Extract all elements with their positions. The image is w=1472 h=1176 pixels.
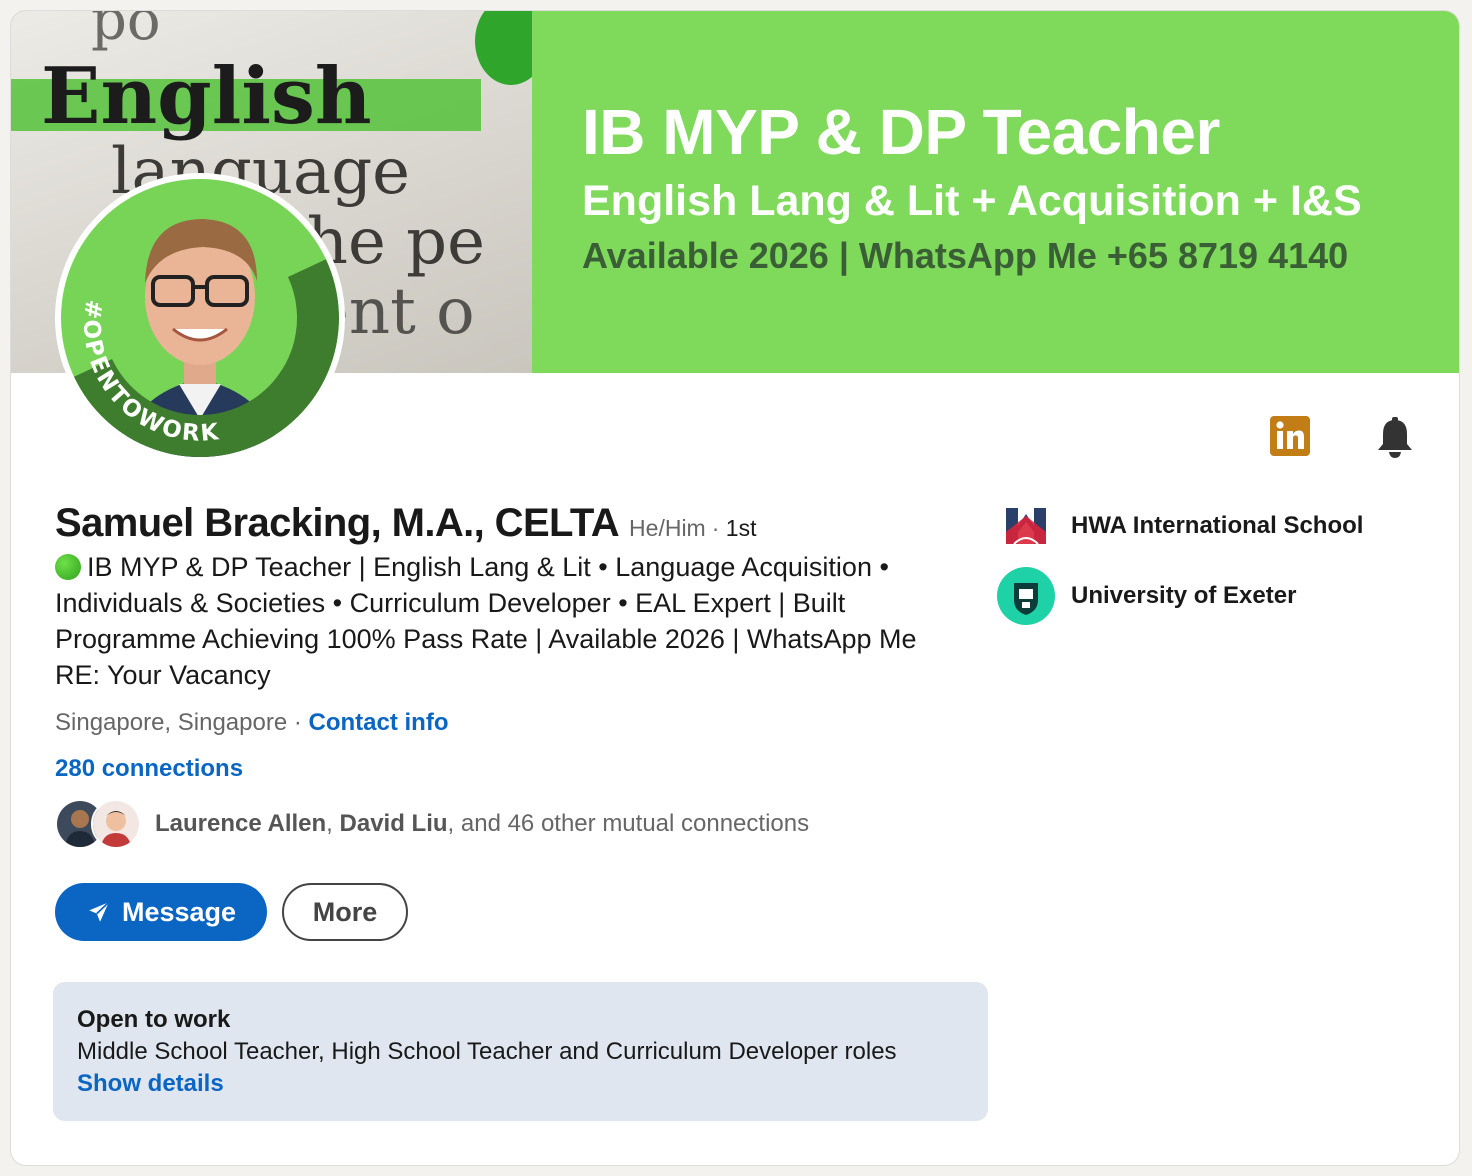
svg-text:po: po (91, 11, 161, 53)
show-details-link[interactable]: Show details (77, 1070, 224, 1098)
banner-subtitle: English Lang & Lit + Acquisition + I&S (582, 177, 1362, 225)
open-to-work-title: Open to work (77, 1006, 231, 1033)
banner-text: IB MYP & DP Teacher English Lang & Lit +… (582, 93, 1362, 281)
svg-text:English: English (41, 51, 372, 142)
exeter-logo-icon (997, 567, 1055, 625)
banner-title: IB MYP & DP Teacher (582, 96, 1220, 168)
open-to-work-card: Open to work Middle School Teacher, High… (53, 982, 988, 1121)
more-button[interactable]: More (282, 883, 408, 941)
connections-link[interactable]: 280 connections (55, 755, 243, 783)
profile-card: po English language the pe ent o IB MYP … (10, 10, 1460, 1166)
send-icon (89, 901, 110, 922)
location: Singapore, Singapore (55, 709, 288, 736)
mutual-connections[interactable]: Laurence Allen, David Liu, and 46 other … (55, 799, 809, 849)
org-university-of-exeter[interactable]: University of Exeter (997, 567, 1296, 625)
connection-degree: · 1st (711, 515, 757, 541)
pronouns: He/Him (629, 515, 706, 541)
org-hwa-international-school[interactable]: HWA International School (997, 497, 1363, 555)
profile-name: Samuel Bracking, M.A., CELTA (55, 501, 620, 545)
green-circle-icon (55, 554, 81, 580)
mutual-connections-text: Laurence Allen, David Liu, and 46 other … (155, 810, 810, 837)
profile-avatar[interactable]: #OPENTOWORK (55, 173, 345, 463)
location-row: Singapore, Singapore · Contact info (55, 709, 449, 736)
bell-icon[interactable] (1373, 415, 1417, 459)
hwa-logo-icon (997, 497, 1055, 555)
linkedin-icon[interactable] (1270, 416, 1310, 456)
profile-name-row: Samuel Bracking, M.A., CELTA He/Him · 1s… (55, 501, 756, 546)
message-button[interactable]: Message (55, 883, 267, 941)
profile-headline: IB MYP & DP Teacher | English Lang & Lit… (55, 552, 917, 690)
mutual-avatar-david (91, 799, 141, 849)
open-to-work-roles: Middle School Teacher, High School Teach… (77, 1038, 897, 1065)
contact-info-link[interactable]: Contact info (309, 709, 449, 736)
banner-availability: Available 2026 | WhatsApp Me +65 8719 41… (582, 235, 1349, 276)
